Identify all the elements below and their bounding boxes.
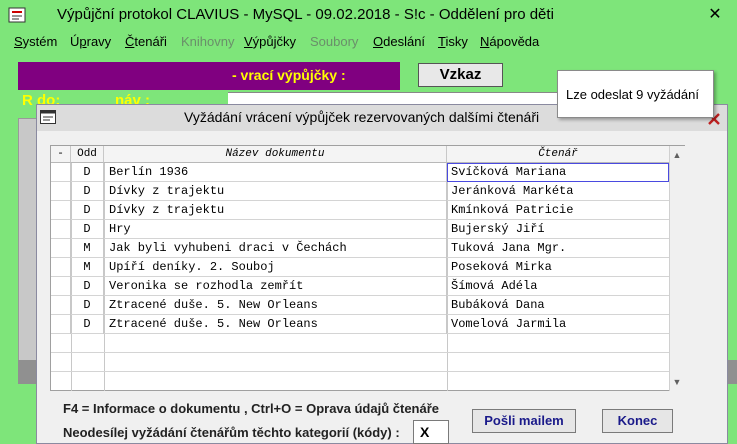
- row-selector[interactable]: [51, 296, 71, 315]
- table-row[interactable]: M Upíří deníky. 2. Souboj Poseková Mirka: [51, 258, 669, 277]
- row-title: Jak byli vyhubeni draci v Čechách: [104, 239, 447, 258]
- menu-accelerator: S: [14, 34, 23, 49]
- category-input[interactable]: X: [413, 420, 449, 444]
- row-selector[interactable]: [51, 163, 71, 182]
- menu-accelerator: T: [438, 34, 446, 49]
- table-row[interactable]: D Ztracené duše. 5. New Orleans Bubáková…: [51, 296, 669, 315]
- return-banner-text: - vrací výpůjčky :: [232, 67, 346, 83]
- row-title: Dívky z trajektu: [104, 201, 447, 220]
- row-odd: D: [71, 277, 104, 296]
- row-selector[interactable]: [51, 277, 71, 296]
- row-odd: M: [71, 239, 104, 258]
- row-title: Dívky z trajektu: [104, 182, 447, 201]
- row-odd: D: [71, 296, 104, 315]
- row-title: Upíří deníky. 2. Souboj: [104, 258, 447, 277]
- column-header-reader[interactable]: Čtenář: [447, 146, 669, 163]
- table-row[interactable]: D Veronika se rozhodla zemřít Šímová Adé…: [51, 277, 669, 296]
- menu-accelerator: Č: [125, 34, 135, 49]
- row-odd: D: [71, 220, 104, 239]
- window-title: Výpůjční protokol CLAVIUS - MySQL - 09.0…: [57, 6, 554, 23]
- row-odd: D: [71, 201, 104, 220]
- table-row[interactable]: D Ztracené duše. 5. New Orleans Vomelová…: [51, 315, 669, 334]
- row-odd: M: [71, 258, 104, 277]
- row-selector[interactable]: [51, 239, 71, 258]
- table-row[interactable]: D Hry Bujerský Jiří: [51, 220, 669, 239]
- column-header-odd[interactable]: Odd: [71, 146, 104, 163]
- menu-napoveda[interactable]: Nápověda: [480, 34, 539, 49]
- vertical-scrollbar[interactable]: [669, 146, 685, 391]
- menu-soubory: Soubory: [310, 34, 359, 49]
- scroll-up-arrow-icon[interactable]: ▲: [670, 148, 684, 162]
- row-odd: D: [71, 315, 104, 334]
- help-hint: F4 = Informace o dokumentu , Ctrl+O = Op…: [63, 401, 440, 416]
- scroll-down-arrow-icon[interactable]: ▼: [670, 375, 684, 389]
- menu-tisky[interactable]: Tisky: [438, 34, 468, 49]
- row-title: Berlín 1936: [104, 163, 447, 182]
- row-title: Ztracené duše. 5. New Orleans: [104, 315, 447, 334]
- menu-ctenari[interactable]: Čtenáři: [125, 34, 167, 49]
- row-odd: D: [71, 182, 104, 201]
- column-header-select[interactable]: -: [51, 146, 71, 163]
- background-panel: [18, 360, 38, 384]
- row-selector[interactable]: [51, 258, 71, 277]
- close-button[interactable]: Konec: [602, 409, 673, 433]
- row-odd: D: [71, 163, 104, 182]
- menu-accelerator: N: [480, 34, 490, 49]
- vzkaz-button[interactable]: Vzkaz: [418, 63, 503, 87]
- background-list: [18, 118, 38, 383]
- menu-vypujcky[interactable]: Výpůjčky: [244, 34, 296, 49]
- row-reader: Jeránková Markéta: [451, 184, 574, 198]
- row-reader: Vomelová Jarmila: [451, 317, 567, 331]
- table-row[interactable]: D Berlín 1936 Svíčková Mariana: [51, 163, 669, 182]
- menu-bar: Systém Úpravy Čtenáři Knihovny Výpůjčky …: [0, 30, 737, 54]
- menu-accelerator: p: [79, 34, 87, 49]
- menu-upravy[interactable]: Úpravy: [70, 34, 111, 49]
- table-row[interactable]: M Jak byli vyhubeni draci v Čechách Tuko…: [51, 239, 669, 258]
- row-title: Ztracené duše. 5. New Orleans: [104, 296, 447, 315]
- row-reader: Šímová Adéla: [451, 279, 538, 293]
- row-reader[interactable]: Svíčková Mariana: [447, 163, 669, 182]
- column-header-title[interactable]: Název dokumentu: [104, 146, 447, 163]
- app-icon: [8, 7, 26, 23]
- row-reader: Bujerský Jiří: [451, 222, 545, 236]
- menu-accelerator: O: [373, 34, 384, 49]
- row-selector[interactable]: [51, 220, 71, 239]
- table-row-empty[interactable]: [51, 334, 669, 353]
- table-row-empty[interactable]: [51, 353, 669, 372]
- menu-accelerator: V: [244, 34, 253, 49]
- row-reader: Tuková Jana Mgr.: [451, 241, 567, 255]
- table-row[interactable]: D Dívky z trajektu Jeránková Markéta: [51, 182, 669, 201]
- row-selector[interactable]: [51, 201, 71, 220]
- row-title: Veronika se rozhodla zemřít: [104, 277, 447, 296]
- row-title: Hry: [104, 220, 447, 239]
- row-selector[interactable]: [51, 315, 71, 334]
- dialog-title: Vyžádání vrácení výpůjček rezervovaných …: [184, 109, 540, 125]
- send-email-button[interactable]: Pošli mailem: [472, 409, 576, 433]
- category-label: Neodesílej vyžádání čtenářům těchto kate…: [63, 425, 400, 440]
- row-reader: Kmínková Patricie: [451, 203, 574, 217]
- row-reader: Bubáková Dana: [451, 298, 545, 312]
- row-reader: Poseková Mirka: [451, 260, 552, 274]
- form-icon: [40, 110, 56, 124]
- menu-system[interactable]: Systém: [14, 34, 57, 49]
- row-selector[interactable]: [51, 182, 71, 201]
- tooltip-text: Lze odeslat 9 vyžádání: [566, 87, 699, 102]
- table-row[interactable]: D Dívky z trajektu Kmínková Patricie: [51, 201, 669, 220]
- menu-odeslani[interactable]: Odeslání: [373, 34, 425, 49]
- window-close-button[interactable]: ✕: [700, 4, 730, 26]
- menu-knihovny: Knihovny: [181, 34, 235, 49]
